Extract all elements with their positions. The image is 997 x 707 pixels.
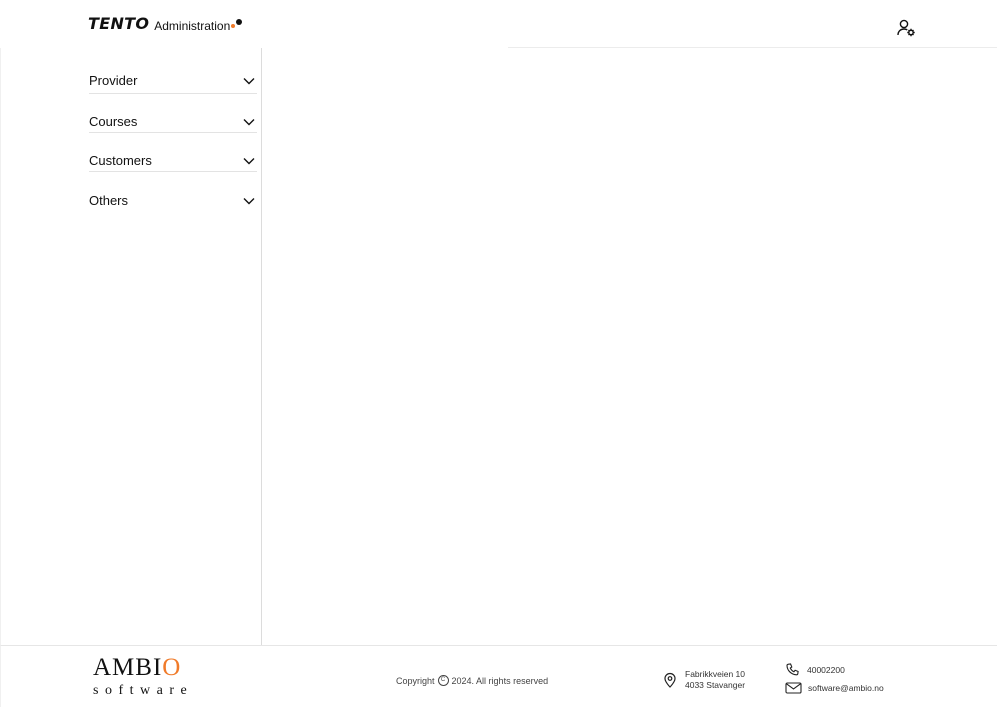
footer: AMBIO software Copyright C 2024. All rig… — [0, 645, 997, 707]
brand-bottom-text: software — [93, 683, 194, 698]
logo-main-text: TENTO — [88, 14, 150, 33]
phone-link[interactable]: 40002200 — [785, 663, 845, 677]
brand-top-text: AMBI — [93, 654, 163, 681]
mail-icon — [785, 682, 802, 694]
address-line-2: 4033 Stavanger — [685, 679, 746, 690]
sidebar-item-provider[interactable]: Provider — [89, 68, 257, 94]
phone-number: 40002200 — [807, 665, 845, 675]
email-link[interactable]: software@ambio.no — [785, 682, 884, 694]
sidebar-item-label: Customers — [89, 153, 152, 168]
brand-top: AMBIO — [93, 654, 193, 681]
tento-logo[interactable]: TENTO Administration — [88, 14, 243, 33]
user-settings-icon[interactable] — [895, 17, 917, 39]
address: Fabrikkveien 10 4033 Stavanger — [663, 669, 745, 690]
copyright-text: Copyright C 2024. All rights reserved — [396, 675, 548, 686]
sidebar-item-label: Provider — [89, 73, 138, 88]
sidebar-item-label: Others — [89, 193, 129, 208]
sidebar-item-courses[interactable]: Courses — [89, 111, 257, 133]
copyright-icon: C — [437, 675, 449, 686]
address-line-1: Fabrikkveien 10 — [685, 669, 746, 679]
chevron-down-icon — [243, 118, 255, 125]
sidebar: Provider Courses Customers Others — [0, 48, 262, 645]
logo-dots-icon — [231, 17, 243, 31]
header-divider — [508, 47, 997, 48]
sidebar-item-others[interactable]: Others — [89, 190, 257, 211]
phone-icon — [786, 663, 799, 676]
copyright-prefix: Copyright — [396, 675, 435, 686]
brand-o-text: O — [162, 654, 182, 681]
ambio-logo[interactable]: AMBIO software — [93, 654, 194, 699]
chevron-down-icon — [243, 197, 255, 204]
logo-sub-text: Administration — [154, 18, 231, 33]
top-header: TENTO Administration — [0, 0, 997, 48]
chevron-down-icon — [243, 157, 255, 164]
sidebar-item-customers[interactable]: Customers — [89, 150, 257, 172]
location-pin-icon — [664, 672, 676, 688]
copyright-suffix: 2024. All rights reserved — [451, 675, 549, 686]
sidebar-item-label: Courses — [89, 114, 138, 129]
chevron-down-icon — [243, 77, 255, 84]
email-address: software@ambio.no — [808, 683, 884, 693]
